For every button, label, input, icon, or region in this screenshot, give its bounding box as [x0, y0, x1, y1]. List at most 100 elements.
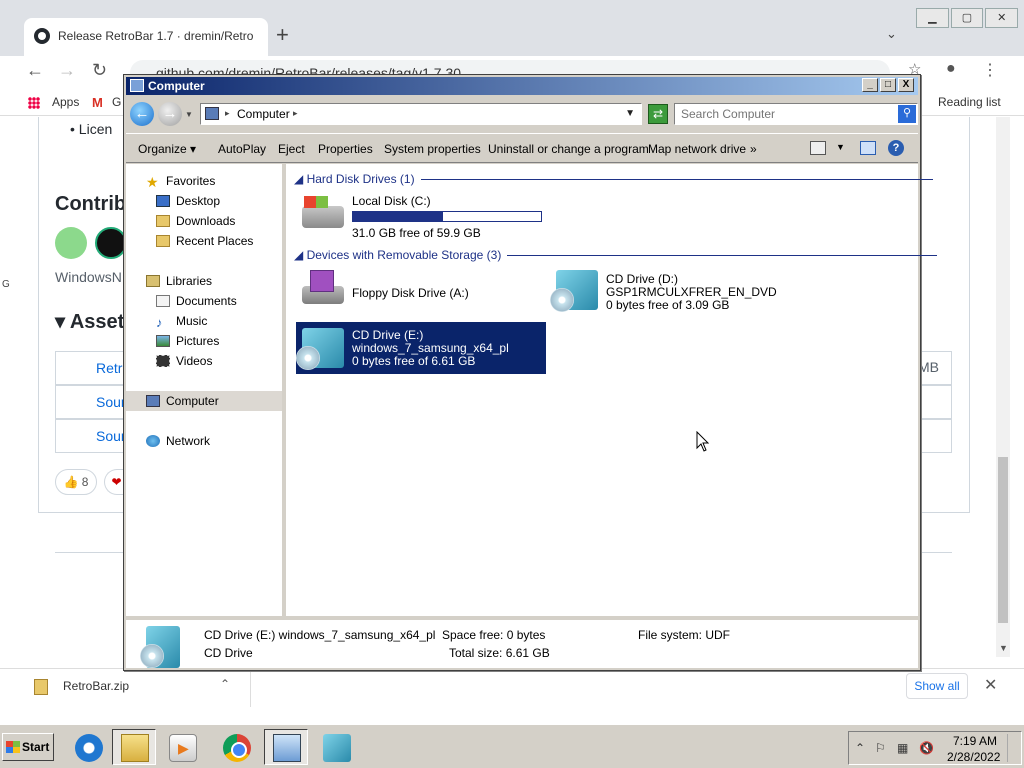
nav-videos[interactable]: Videos: [156, 354, 212, 372]
back-button[interactable]: ←: [130, 102, 154, 126]
nav-recent-places[interactable]: Recent Places: [156, 234, 253, 252]
contributor-avatar[interactable]: [55, 227, 87, 259]
view-dropdown-icon[interactable]: ▼: [836, 142, 845, 152]
chrome-minimize-button[interactable]: ▁: [916, 8, 949, 28]
pictures-icon: [156, 335, 170, 347]
recent-pages-dropdown-icon[interactable]: ▼: [185, 110, 193, 119]
group-divider: [420, 179, 933, 181]
help-icon[interactable]: ?: [888, 140, 904, 156]
show-hidden-icons-icon[interactable]: ⌃: [855, 741, 865, 755]
drive-name: Floppy Disk Drive (A:): [352, 286, 469, 300]
drive-cd-e[interactable]: CD Drive (E:) windows_7_samsung_x64_pl 0…: [296, 322, 546, 374]
more-commands-button[interactable]: »: [750, 142, 757, 156]
taskbar-chrome[interactable]: [214, 729, 258, 765]
map-network-drive-button[interactable]: Map network drive: [648, 142, 746, 156]
network-icon[interactable]: ▦: [897, 741, 908, 755]
nav-favorites[interactable]: ★ Favorites: [146, 174, 215, 192]
profile-avatar-icon[interactable]: ●: [946, 60, 956, 78]
clock-date[interactable]: 2/28/2022: [947, 750, 1000, 764]
nav-documents[interactable]: Documents: [156, 294, 237, 312]
close-button[interactable]: X: [898, 78, 914, 92]
taskbar-cd-drive[interactable]: [314, 729, 358, 765]
bookmark-gmail[interactable]: G: [112, 95, 121, 109]
drive-local-disk-c[interactable]: Local Disk (C:) 31.0 GB free of 59.9 GB: [296, 188, 546, 240]
forward-button[interactable]: →: [158, 102, 182, 126]
libraries-icon: [146, 275, 160, 287]
floppy-drive-icon: [302, 270, 344, 304]
show-all-button[interactable]: Show all: [906, 673, 968, 699]
refresh-button[interactable]: ⇄: [648, 104, 668, 124]
breadcrumb-arrow-icon[interactable]: ▸: [225, 108, 230, 119]
nav-libraries[interactable]: Libraries: [146, 274, 212, 292]
clock-time[interactable]: 7:19 AM: [953, 734, 997, 748]
properties-button[interactable]: Properties: [318, 142, 373, 156]
nav-label: Libraries: [166, 274, 213, 288]
computer-icon: [146, 395, 160, 407]
taskbar-internet-explorer[interactable]: [66, 729, 110, 765]
nav-downloads[interactable]: Downloads: [156, 214, 235, 232]
chrome-tab-strip: Release RetroBar 1.7 · dremin/Retro + ⌄ …: [0, 0, 1024, 56]
nav-pictures[interactable]: Pictures: [156, 334, 219, 352]
menu-kebab-icon[interactable]: ⋮: [982, 60, 998, 80]
page-scrollbar[interactable]: ▼: [996, 117, 1010, 657]
chrome-maximize-button[interactable]: ▢: [950, 8, 984, 28]
download-filename[interactable]: RetroBar.zip: [63, 679, 129, 693]
nav-desktop[interactable]: Desktop: [156, 194, 220, 212]
address-bar[interactable]: ▸ Computer ▸ ▼: [200, 103, 642, 125]
breadcrumb-arrow-icon[interactable]: ▸: [293, 108, 298, 119]
tab-search-icon[interactable]: ⌄: [886, 26, 897, 42]
nav-computer[interactable]: Computer: [146, 394, 219, 412]
scroll-down-icon[interactable]: ▼: [999, 643, 1008, 653]
search-input[interactable]: [675, 104, 895, 124]
reading-list-button[interactable]: Reading list: [938, 95, 1001, 109]
chrome-close-button[interactable]: ✕: [985, 8, 1019, 28]
preview-pane-icon[interactable]: [860, 141, 876, 155]
uninstall-program-button[interactable]: Uninstall or change a program: [488, 142, 649, 156]
back-arrow-icon[interactable]: ←: [26, 60, 44, 81]
thumbs-up-reaction[interactable]: 👍 8: [55, 469, 97, 495]
close-icon[interactable]: ✕: [984, 675, 997, 695]
taskbar-windows-explorer[interactable]: [112, 729, 156, 765]
eject-button[interactable]: Eject: [278, 142, 305, 156]
show-desktop-button[interactable]: [1007, 734, 1019, 762]
reload-icon[interactable]: ↻: [92, 60, 107, 81]
drive-free-space: 0 bytes free of 6.61 GB: [352, 354, 476, 368]
group-header-removable-storage[interactable]: ◢ Devices with Removable Storage (3): [294, 248, 938, 262]
new-tab-button[interactable]: +: [276, 24, 289, 46]
download-shelf: RetroBar.zip ⌃ Show all ✕: [0, 668, 1024, 724]
taskbar-media-player[interactable]: [160, 729, 204, 765]
system-properties-button[interactable]: System properties: [384, 142, 481, 156]
explorer-titlebar[interactable]: Computer _ □ X: [126, 77, 918, 95]
nav-label: Desktop: [176, 194, 221, 208]
documents-icon: [156, 295, 170, 307]
forward-arrow-icon[interactable]: →: [58, 60, 76, 81]
search-box[interactable]: ⚲: [674, 103, 918, 125]
asset-link[interactable]: Sour: [96, 428, 126, 444]
chrome-tab[interactable]: Release RetroBar 1.7 · dremin/Retro: [24, 18, 268, 56]
nav-music[interactable]: ♪ Music: [156, 314, 207, 332]
volume-muted-icon[interactable]: 🔇: [919, 741, 934, 755]
asset-link[interactable]: Sour: [96, 394, 126, 410]
breadcrumb-computer[interactable]: Computer: [237, 107, 290, 121]
drive-cd-d[interactable]: CD Drive (D:) GSP1RMCULXFRER_EN_DVD 0 by…: [550, 264, 800, 316]
start-button[interactable]: Start: [2, 733, 54, 761]
action-center-flag-icon[interactable]: ⚐: [875, 741, 886, 755]
autoplay-button[interactable]: AutoPlay: [218, 142, 266, 156]
drive-floppy-a[interactable]: Floppy Disk Drive (A:): [296, 264, 546, 316]
taskbar-computer[interactable]: [264, 729, 308, 765]
minimize-button[interactable]: _: [862, 78, 878, 92]
chevron-up-icon[interactable]: ⌃: [220, 677, 230, 691]
search-icon[interactable]: ⚲: [898, 105, 916, 123]
nav-network[interactable]: Network: [146, 434, 210, 452]
apps-grid-icon[interactable]: [28, 97, 40, 109]
navigation-pane: ★ Favorites Desktop Downloads Recent Plac…: [126, 164, 284, 616]
organize-button[interactable]: Organize ▾: [138, 142, 196, 156]
nav-label: Documents: [176, 294, 237, 308]
change-view-icon[interactable]: [810, 141, 826, 155]
address-dropdown-icon[interactable]: ▼: [625, 108, 635, 119]
group-header-hard-disk-drives[interactable]: ◢ Hard Disk Drives (1): [294, 172, 933, 186]
maximize-button[interactable]: □: [880, 78, 896, 92]
gmail-icon[interactable]: M: [92, 95, 103, 110]
scrollbar-thumb[interactable]: [998, 457, 1008, 623]
bookmark-apps[interactable]: Apps: [52, 95, 79, 109]
